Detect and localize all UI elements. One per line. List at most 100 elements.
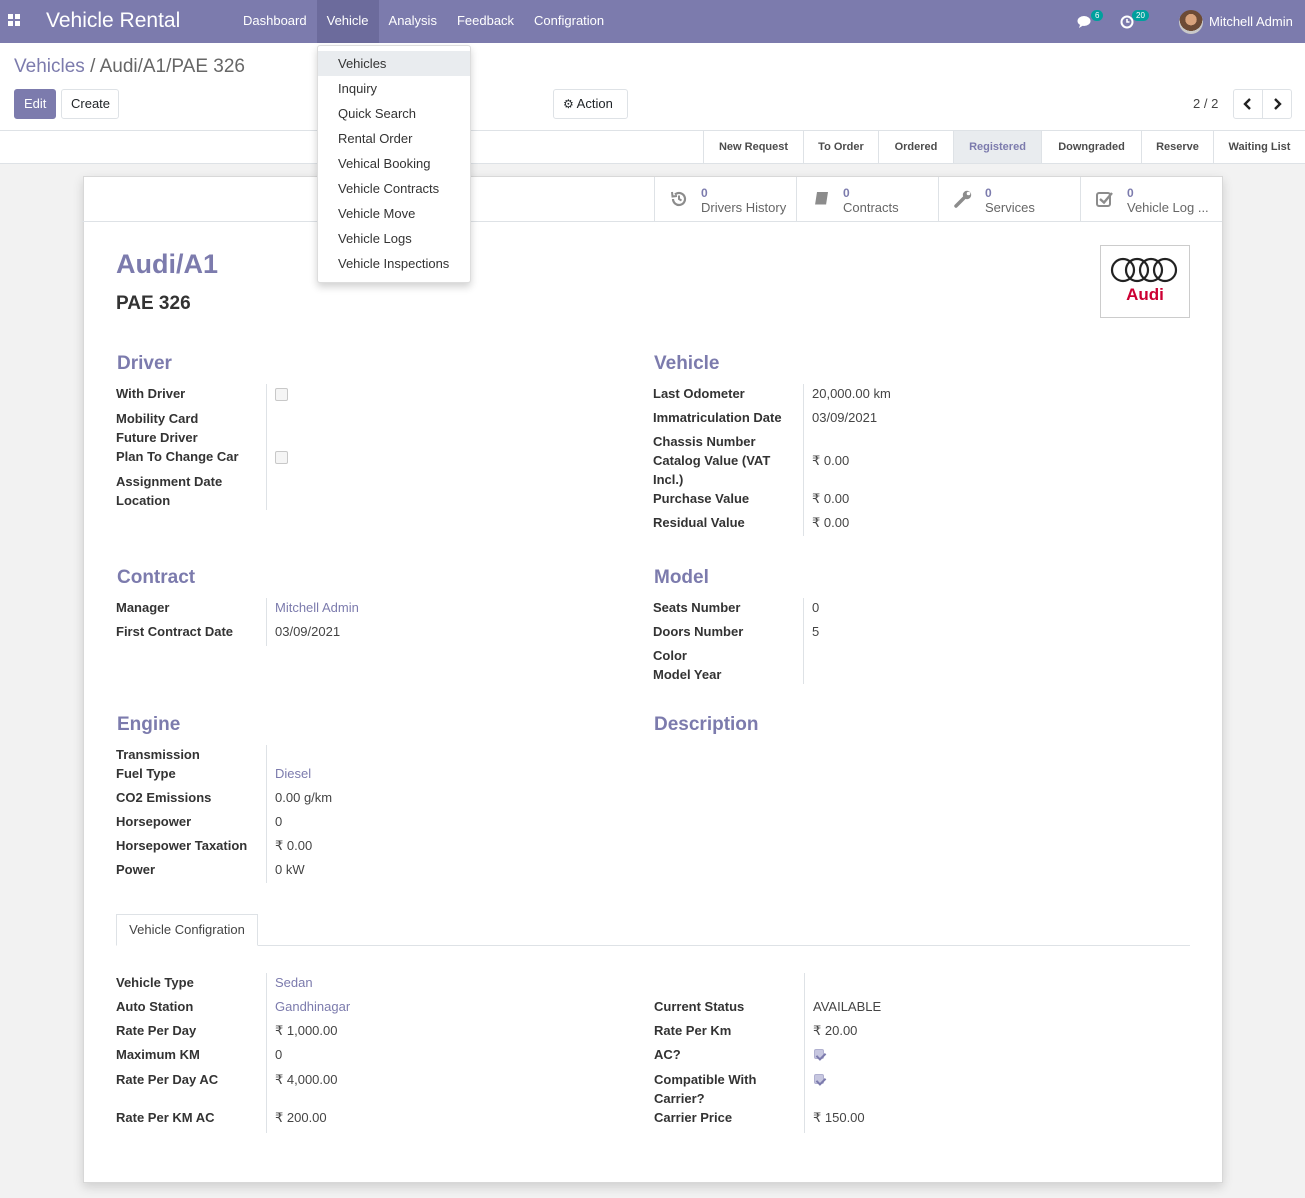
stage-ordered[interactable]: Ordered [878,131,953,163]
pager-previous-button[interactable] [1233,89,1263,119]
messages-systray[interactable]: 6 [1077,0,1104,43]
app-title[interactable]: Vehicle Rental [46,9,180,33]
menu-feedback[interactable]: Feedback [447,0,524,43]
manager-label: Manager [116,600,170,615]
audi-logo-icon: Audi [1110,257,1178,304]
drivers-history-button[interactable]: 0 Drivers History [654,177,796,221]
rate-per-day-label: Rate Per Day [116,1023,197,1038]
location-label: Location [116,493,171,508]
stage-waiting-list[interactable]: Waiting List [1213,131,1305,163]
stage-downgraded[interactable]: Downgraded [1041,131,1141,163]
user-menu[interactable]: Mitchell Admin [1179,0,1293,43]
dropdown-vehicle-contracts[interactable]: Vehicle Contracts [318,176,470,201]
main-menu: Dashboard Vehicle Analysis Feedback Conf… [233,0,614,43]
first-contract-date-label: First Contract Date [116,624,234,639]
status-bar: New Request To Order Ordered Registered … [0,131,1305,164]
vehicle-separator [803,384,804,536]
dropdown-vehicle-logs[interactable]: Vehicle Logs [318,226,470,251]
pager-next-button[interactable] [1262,89,1292,119]
dropdown-rental-order[interactable]: Rental Order [318,126,470,151]
carrier-price-value: ₹ 150.00 [813,1110,865,1125]
svg-text:Audi: Audi [1126,285,1164,304]
auto-station-value[interactable]: Gandhinagar [275,997,350,1016]
vehicle-log-label: Vehicle Log ... [1127,200,1209,215]
activities-badge: 20 [1132,10,1149,21]
dropdown-vehicles[interactable]: Vehicles [318,51,470,76]
stage-reserve[interactable]: Reserve [1141,131,1213,163]
vehicle-heading: Vehicle [654,353,720,374]
smart-button-box: 0 Drivers History 0 Contracts 0 Services… [82,177,1222,222]
co2-unit: g/km [303,790,333,805]
seats-value: 0 [812,600,820,615]
dropdown-vehicle-move[interactable]: Vehicle Move [318,201,470,226]
co2-value: 0.00 g/km [275,788,332,807]
license-plate: PAE 326 [116,293,191,314]
model-heading: Model [654,567,709,588]
action-button[interactable]: ⚙ Action [553,89,628,119]
menu-vehicle[interactable]: Vehicle [316,0,379,43]
driver-separator [266,384,267,510]
carrier-checkbox[interactable] [814,1074,824,1084]
vehicle-image[interactable]: Audi [1100,245,1190,318]
manager-value[interactable]: Mitchell Admin [275,598,359,617]
chassis-label: Chassis Number [653,434,756,449]
apps-menu-icon[interactable] [8,14,20,26]
transmission-label: Transmission [116,747,200,762]
user-name: Mitchell Admin [1209,14,1293,29]
dropdown-vehical-booking[interactable]: Vehical Booking [318,151,470,176]
dropdown-quick-search[interactable]: Quick Search [318,101,470,126]
vehicle-type-value[interactable]: Sedan [275,973,313,992]
doors-label: Doors Number [653,624,744,639]
contracts-button[interactable]: 0 Contracts [796,177,938,221]
vehicle-log-button[interactable]: 0 Vehicle Log ... [1080,177,1222,221]
pager-value[interactable]: 2 / 2 [1193,96,1218,111]
vehicle-log-count: 0 [1127,186,1134,200]
breadcrumb-separator: / [90,56,96,77]
services-button[interactable]: 0 Services [938,177,1080,221]
stage-to-order[interactable]: To Order [803,131,878,163]
wrench-icon [954,190,972,208]
ac-checkbox[interactable] [814,1049,824,1059]
auto-station-label: Auto Station [116,999,194,1014]
stage-registered[interactable]: Registered [953,131,1041,163]
seats-label: Seats Number [653,600,741,615]
catalog-value: ₹ 0.00 [812,453,850,468]
mobility-card-label: Mobility Card [116,411,199,426]
dropdown-vehicle-inspections[interactable]: Vehicle Inspections [318,251,470,276]
horsepower-label: Horsepower [116,814,192,829]
menu-configration[interactable]: Configration [524,0,614,43]
plan-to-change-label: Plan To Change Car [116,449,239,464]
plan-to-change-checkbox[interactable] [275,451,288,464]
model-year-label: Model Year [653,667,722,682]
menu-analysis[interactable]: Analysis [379,0,447,43]
ac-label: AC? [654,1047,681,1062]
drivers-history-count: 0 [701,186,708,200]
edit-button[interactable]: Edit [14,89,56,119]
chevron-right-icon [1274,98,1282,110]
co2-label: CO2 Emissions [116,790,212,805]
doors-value: 5 [812,624,820,639]
stage-new-request[interactable]: New Request [703,131,803,163]
history-icon [671,191,687,207]
services-label: Services [985,200,1035,215]
breadcrumb: Vehicles / Audi/A1/PAE 326 [14,56,245,78]
activities-systray[interactable]: 20 [1120,0,1149,43]
breadcrumb-vehicles[interactable]: Vehicles [14,56,85,77]
horsepower-taxation-value: ₹ 0.00 [275,838,313,853]
power-value: 0 kW [275,860,305,879]
carrier-price-label: Carrier Price [654,1110,733,1125]
tab-vehicle-configration[interactable]: Vehicle Configration [116,914,258,946]
with-driver-checkbox[interactable] [275,388,288,401]
config-left-separator [266,973,267,1133]
odometer-number: 20,000.00 [812,386,870,401]
check-square-icon [1096,192,1113,207]
fuel-type-value: Diesel [275,766,312,781]
create-label: Create [71,96,111,111]
dropdown-inquiry[interactable]: Inquiry [318,76,470,101]
power-label: Power [116,862,156,877]
gear-icon: ⚙ [563,97,574,111]
vehicle-type-label: Vehicle Type [116,975,194,990]
menu-dashboard[interactable]: Dashboard [233,0,317,43]
create-button[interactable]: Create [61,89,119,119]
with-driver-label: With Driver [116,386,186,401]
